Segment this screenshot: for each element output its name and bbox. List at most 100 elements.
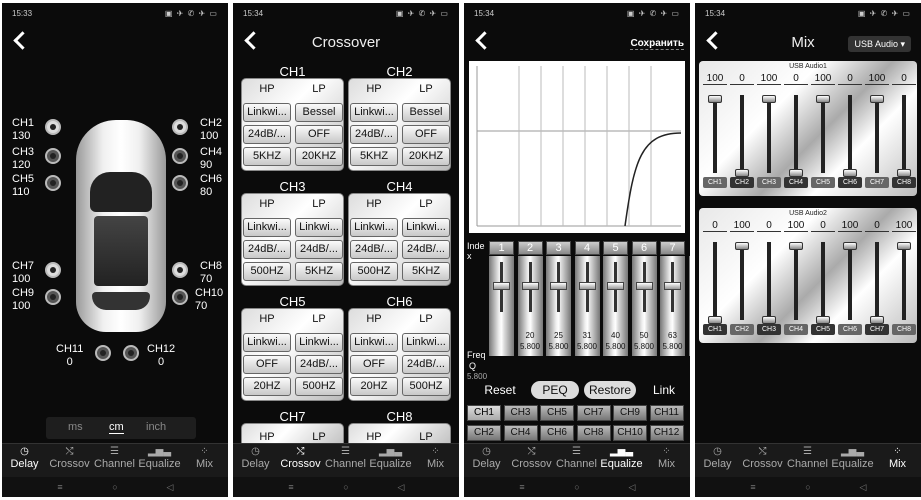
hp-filter-type[interactable]: Linkwi...	[350, 103, 398, 122]
hp-filter-type[interactable]: Linkwi...	[350, 218, 398, 237]
mix-knob[interactable]	[897, 242, 911, 250]
mix-knob[interactable]	[762, 316, 776, 324]
eq-band-slider[interactable]	[688, 256, 690, 356]
back-button[interactable]	[472, 29, 494, 51]
hp-slope[interactable]: 24dB/...	[350, 240, 398, 259]
eq-band[interactable]: 3 25 5.800	[546, 241, 571, 361]
mix-fader-ch5[interactable]: 100 CH5	[811, 73, 835, 193]
hp-slope[interactable]: 24dB/...	[350, 125, 398, 144]
mix-knob[interactable]	[816, 316, 830, 324]
mix-knob[interactable]	[843, 242, 857, 250]
back-button[interactable]	[10, 29, 32, 51]
channel-button-ch5[interactable]: CH5	[540, 405, 574, 421]
lp-slope[interactable]: 24dB/...	[402, 240, 450, 259]
mix-fader-ch6[interactable]: 0 CH6	[838, 73, 862, 193]
hp-filter-type[interactable]: Linkwi...	[243, 218, 291, 237]
mix-knob[interactable]	[708, 316, 722, 324]
hp-filter-type[interactable]: Linkwi...	[350, 333, 398, 352]
unit-inch-option[interactable]: inch	[146, 421, 166, 433]
speaker-ch9-icon[interactable]	[45, 289, 61, 305]
tab-channel[interactable]: ☰ Channel	[785, 446, 830, 470]
lp-frequency[interactable]: 500HZ	[402, 377, 450, 396]
mix-fader-ch6[interactable]: 100 CH6	[838, 220, 862, 340]
tab-mix[interactable]: ⁘ Mix	[413, 446, 458, 470]
lp-filter-type[interactable]: Linkwi...	[402, 333, 450, 352]
mix-knob[interactable]	[708, 95, 722, 103]
lp-filter-type[interactable]: Bessel	[295, 103, 343, 122]
eq-band[interactable]: 5 40 5.800	[603, 241, 628, 361]
tab-channel[interactable]: ☰ Channel	[554, 446, 599, 470]
mix-knob[interactable]	[789, 169, 803, 177]
eq-slider-knob[interactable]	[664, 282, 681, 290]
channel-button-ch9[interactable]: CH9	[613, 405, 647, 421]
menu-nav-icon[interactable]: ≡	[281, 482, 301, 492]
speaker-ch5-icon[interactable]	[45, 175, 61, 191]
mix-knob[interactable]	[870, 316, 884, 324]
eq-band-slider[interactable]	[631, 256, 657, 356]
save-button[interactable]: Сохранить	[630, 38, 684, 50]
eq-slider-knob[interactable]	[550, 282, 567, 290]
mix-fader-ch5[interactable]: 0 CH5	[811, 220, 835, 340]
back-nav-icon[interactable]: ◁	[622, 482, 642, 493]
speaker-ch1-icon[interactable]	[45, 119, 61, 135]
lp-slope[interactable]: 24dB/...	[295, 240, 343, 259]
hp-slope[interactable]: OFF	[350, 355, 398, 374]
speaker-ch8-icon[interactable]	[172, 262, 188, 278]
lp-filter-type[interactable]: Linkwi...	[402, 218, 450, 237]
hp-filter-type[interactable]: Linkwi...	[243, 333, 291, 352]
link-button[interactable]: Link	[642, 381, 686, 399]
mix-knob[interactable]	[735, 242, 749, 250]
eq-band-slider[interactable]	[517, 256, 543, 356]
hp-slope[interactable]: OFF	[243, 355, 291, 374]
lp-frequency[interactable]: 5KHZ	[402, 262, 450, 281]
tab-mix[interactable]: ⁘ Mix	[875, 446, 920, 470]
hp-frequency[interactable]: 20HZ	[243, 377, 291, 396]
hp-filter-type[interactable]: Linkwi...	[243, 103, 291, 122]
tab-crossover[interactable]: ⤭ Crossov	[47, 446, 92, 470]
channel-button-ch8[interactable]: CH8	[576, 425, 611, 441]
channel-button-ch11[interactable]: CH11	[649, 405, 684, 421]
lp-frequency[interactable]: 20KHZ	[402, 147, 450, 166]
eq-band[interactable]: 4 31 5.800	[574, 241, 600, 361]
back-nav-icon[interactable]: ◁	[160, 482, 180, 493]
mix-knob[interactable]	[789, 242, 803, 250]
hp-frequency[interactable]: 5KHZ	[243, 147, 291, 166]
hp-frequency[interactable]: 20HZ	[350, 377, 398, 396]
lp-frequency[interactable]: 5KHZ	[295, 262, 343, 281]
lp-filter-type[interactable]: Linkwi...	[295, 333, 343, 352]
eq-band-slider[interactable]	[660, 256, 685, 356]
eq-band[interactable]: 2 20 5.800	[517, 241, 543, 361]
speaker-ch11-icon[interactable]	[95, 345, 111, 361]
eq-band-slider[interactable]	[574, 256, 600, 356]
mix-fader-ch8[interactable]: 100 CH8	[892, 220, 916, 340]
tab-equalize[interactable]: ▂▅▃ Equalize	[137, 446, 182, 470]
speaker-ch10-icon[interactable]	[172, 289, 188, 305]
menu-nav-icon[interactable]: ≡	[512, 482, 532, 492]
mix-fader-ch2[interactable]: 0 CH2	[730, 73, 754, 193]
reset-button[interactable]: Reset	[478, 381, 522, 399]
source-dropdown[interactable]: USB Audio ▾	[848, 36, 911, 52]
speaker-ch2-icon[interactable]	[172, 119, 188, 135]
eq-slider-knob[interactable]	[578, 282, 596, 290]
mix-fader-ch7[interactable]: 0 CH7	[865, 220, 889, 340]
tab-crossover[interactable]: ⤭ Crossov	[509, 446, 554, 470]
eq-slider-knob[interactable]	[521, 282, 539, 290]
lp-slope[interactable]: 24dB/...	[295, 355, 343, 374]
eq-band[interactable]: 1	[489, 241, 514, 361]
speaker-ch7-icon[interactable]	[45, 262, 61, 278]
channel-button-ch7[interactable]: CH7	[576, 405, 611, 421]
lp-filter-type[interactable]: Bessel	[402, 103, 450, 122]
eq-slider-knob[interactable]	[635, 282, 653, 290]
hp-slope[interactable]: 24dB/...	[243, 240, 291, 259]
tab-equalize[interactable]: ▂▅▃ Equalize	[368, 446, 413, 470]
unit-cm-option[interactable]: cm	[109, 421, 124, 434]
mix-knob[interactable]	[897, 169, 911, 177]
menu-nav-icon[interactable]: ≡	[50, 482, 70, 492]
channel-button-ch10[interactable]: CH10	[613, 425, 647, 441]
lp-frequency[interactable]: 20KHZ	[295, 147, 343, 166]
channel-button-ch6[interactable]: CH6	[540, 425, 574, 441]
speaker-ch6-icon[interactable]	[172, 175, 188, 191]
tab-channel[interactable]: ☰ Channel	[323, 446, 368, 470]
channel-button-ch3[interactable]: CH3	[503, 405, 538, 421]
mix-knob[interactable]	[816, 95, 830, 103]
